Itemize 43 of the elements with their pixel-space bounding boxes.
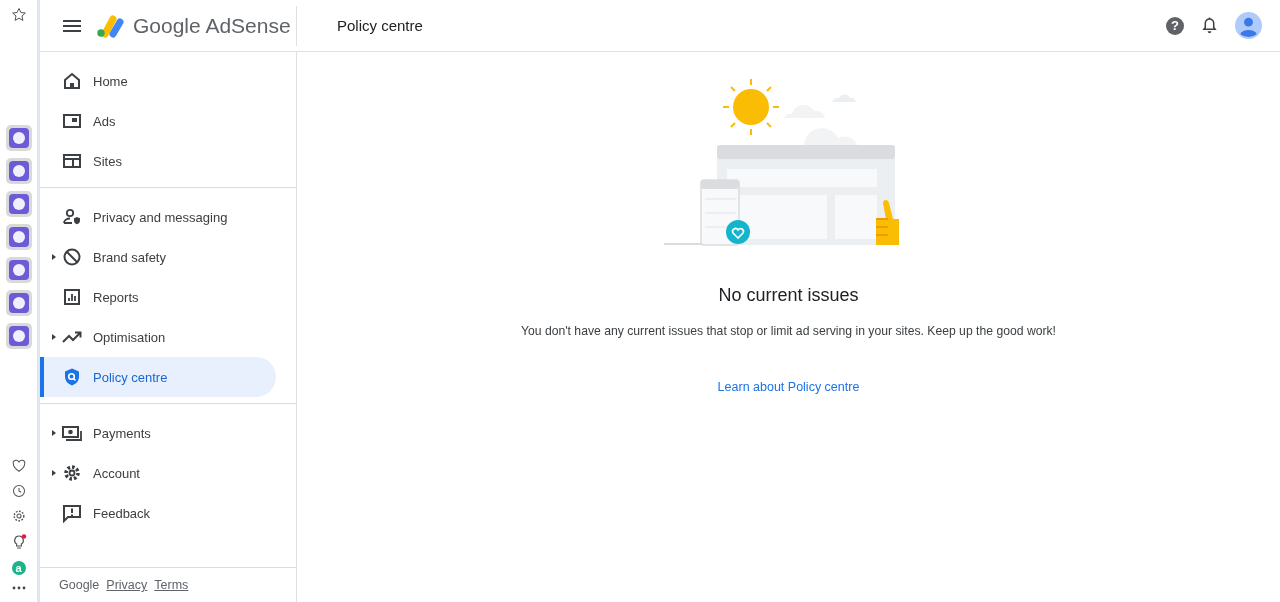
nav-item[interactable]: Privacy and messaging [40,197,276,237]
settings-icon [62,463,82,483]
footer-brand: Google [59,578,100,592]
status-title: No current issues [718,285,859,306]
more-icon[interactable] [11,586,26,590]
banknote-icon [62,423,82,443]
nav-item[interactable]: Sites [40,141,276,181]
heart-icon[interactable] [11,459,26,473]
nav-item[interactable]: Ads [40,101,276,141]
clock-icon[interactable] [11,484,26,498]
home-icon [62,71,82,91]
ad-frame-icon [62,111,82,131]
notifications-icon[interactable] [1202,17,1217,34]
caret-icon[interactable] [52,254,56,260]
avatar-icon[interactable] [1235,12,1262,39]
nav-item[interactable]: Account [40,453,276,493]
caret-icon[interactable] [52,430,56,436]
status-message: You don't have any current issues that stop or limit ad serving in your sites. Keep up the good work! [520,324,1056,338]
menu-icon[interactable] [63,19,81,32]
footer-link[interactable]: Terms [154,578,189,592]
learn-more-link[interactable]: Learn about Policy centre [717,380,860,394]
page-title: Policy centre [337,17,423,34]
nav-item[interactable]: Feedback [40,493,276,533]
feedback-icon [62,503,82,523]
nav-item[interactable]: Payments [40,413,276,453]
nav-item[interactable]: Reports [40,277,276,317]
help-button[interactable]: ? [1166,16,1184,35]
person-shield-icon [62,207,82,227]
layout-icon [62,151,82,171]
block-icon [62,247,82,267]
nav-item[interactable]: Home [40,61,276,101]
nav-item[interactable]: Policy centre [40,357,276,397]
logo-icon [95,13,125,38]
caret-icon[interactable] [52,334,56,340]
nav-item[interactable]: Optimisation [40,317,276,357]
shield-search-icon [62,367,82,387]
bar-chart-icon [62,287,82,307]
settings-icon[interactable] [11,509,26,523]
caret-icon[interactable] [52,470,56,476]
nav-item[interactable]: Brand safety [40,237,276,277]
star-icon[interactable] [10,7,27,23]
footer-link[interactable]: Privacy [106,578,148,592]
product-name: Google AdSense [133,13,291,38]
